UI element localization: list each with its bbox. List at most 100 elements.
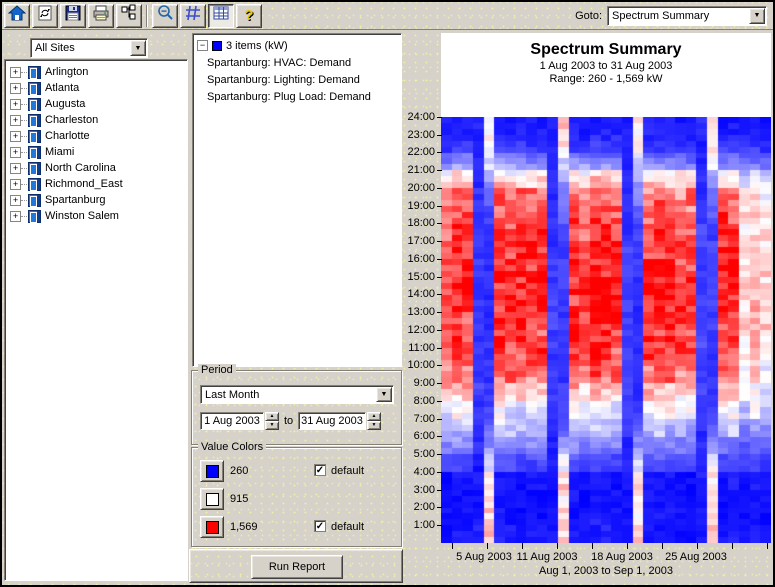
print-button[interactable] (88, 4, 114, 28)
high-color-button[interactable] (200, 516, 224, 538)
site-tree-row[interactable]: + Charlotte (5, 128, 187, 144)
site-icon (28, 194, 41, 207)
chevron-down-icon[interactable]: ▼ (749, 8, 765, 24)
y-axis-label: 7:00 (401, 413, 435, 425)
y-axis-label: 20:00 (401, 182, 435, 194)
y-axis-tick (437, 206, 442, 207)
high-default-checkbox[interactable]: ✓ (314, 520, 326, 532)
toolbar-separator (146, 5, 148, 27)
site-icon (28, 146, 41, 159)
table-view-button[interactable] (208, 4, 234, 28)
y-axis-tick (437, 472, 442, 473)
y-axis-label: 10:00 (401, 359, 435, 371)
site-tree-row[interactable]: +Richmond_East (5, 176, 187, 192)
save-button[interactable] (60, 4, 86, 28)
period-preset-value: Last Month (201, 389, 376, 401)
chart-title: Spectrum Summary (441, 41, 771, 59)
y-axis-tick (437, 507, 442, 508)
period-to-field[interactable]: 31 Aug 2003 (298, 412, 366, 430)
goto-combo[interactable]: Spectrum Summary ▼ (607, 6, 767, 26)
low-default-checkbox[interactable]: ✓ (314, 464, 326, 476)
site-label: Charlotte (45, 130, 90, 142)
site-icon (28, 114, 41, 127)
items-group-row[interactable]: − 3 items (kW) (193, 37, 401, 54)
mid-color-swatch (206, 493, 219, 506)
chart-subtitle: 1 Aug 2003 to 31 Aug 2003 (441, 60, 771, 72)
site-tree-row[interactable]: +Winston Salem (5, 208, 187, 224)
site-tree-row[interactable]: + Miami (5, 144, 187, 160)
spin-down-icon[interactable]: ▼ (367, 421, 381, 430)
report-item-row[interactable]: Spartanburg: HVAC: Demand (193, 54, 401, 71)
x-axis-tick (592, 543, 593, 549)
chevron-down-icon[interactable]: ▼ (130, 40, 146, 56)
y-axis-label: 12:00 (401, 324, 435, 336)
site-tree-row[interactable]: +Charleston (5, 112, 187, 128)
site-tree-row[interactable]: +North Carolina (5, 160, 187, 176)
collapse-icon[interactable]: − (197, 40, 208, 51)
zoom-out-button[interactable] (152, 4, 178, 28)
period-to-spinner[interactable]: ▲ ▼ (367, 412, 381, 430)
site-icon (28, 82, 41, 95)
mid-color-button[interactable] (200, 488, 224, 510)
home-icon (8, 5, 26, 26)
low-color-button[interactable] (200, 460, 224, 482)
site-tree-row[interactable]: +Arlington (5, 64, 187, 80)
spin-down-icon[interactable]: ▼ (265, 421, 279, 430)
home-button[interactable] (4, 4, 30, 28)
items-list: − 3 items (kW) Spartanburg: HVAC: Demand… (192, 33, 402, 367)
site-icon (28, 162, 41, 175)
y-axis-label: 2:00 (401, 501, 435, 513)
tree-connector (21, 152, 27, 153)
x-axis-label: 11 Aug 2003 (517, 551, 578, 563)
tree-connector (21, 216, 27, 217)
expand-icon[interactable]: + (10, 147, 21, 158)
site-tree-button[interactable] (116, 4, 142, 28)
tree-connector (21, 136, 27, 137)
report-item-label: Spartanburg: Lighting: Demand (207, 74, 360, 86)
site-label: Atlanta (45, 82, 79, 94)
expand-icon[interactable]: + (10, 67, 21, 78)
period-from-spinner[interactable]: ▲ ▼ (265, 412, 279, 430)
site-tree-row[interactable]: +Spartanburg (5, 192, 187, 208)
y-axis-label: 6:00 (401, 430, 435, 442)
y-axis-tick (437, 312, 442, 313)
expand-icon[interactable]: + (10, 131, 21, 142)
spectrum-heatmap[interactable] (441, 117, 771, 543)
print-icon (92, 4, 110, 27)
site-tree-row[interactable]: + Atlanta (5, 80, 187, 96)
expand-icon[interactable]: + (10, 179, 21, 190)
y-axis-label: 4:00 (401, 466, 435, 478)
site-icon (28, 210, 41, 223)
sites-filter-combo[interactable]: All Sites ▼ (30, 38, 148, 58)
period-from-field[interactable]: 1 Aug 2003 (200, 412, 264, 430)
chevron-down-icon[interactable]: ▼ (376, 387, 392, 402)
x-axis-tick (732, 543, 733, 549)
report-item-row[interactable]: Spartanburg: Lighting: Demand (193, 71, 401, 88)
tree-connector (21, 72, 27, 73)
spin-up-icon[interactable]: ▲ (265, 412, 279, 421)
y-axis-tick (437, 170, 442, 171)
high-value-label: 1,569 (230, 521, 258, 533)
period-preset-combo[interactable]: Last Month ▼ (200, 385, 394, 404)
site-tree-row[interactable]: +Augusta (5, 96, 187, 112)
y-axis-label: 11:00 (401, 342, 435, 354)
period-to-value: 31 Aug 2003 (299, 415, 365, 427)
report-item-row[interactable]: Spartanburg: Plug Load: Demand (193, 88, 401, 105)
site-label: Miami (45, 146, 74, 158)
spin-up-icon[interactable]: ▲ (367, 412, 381, 421)
period-to-word: to (284, 415, 293, 427)
expand-icon[interactable]: + (10, 83, 21, 94)
help-icon: ? (244, 7, 253, 24)
expand-icon[interactable]: + (10, 115, 21, 126)
run-report-button[interactable]: Run Report (251, 555, 343, 579)
x-axis-caption: Aug 1, 2003 to Sep 1, 2003 (441, 565, 771, 577)
low-color-swatch (206, 465, 219, 478)
expand-icon[interactable]: + (10, 195, 21, 206)
expand-icon[interactable]: + (10, 99, 21, 110)
help-button[interactable]: ? (236, 4, 262, 28)
expand-icon[interactable]: + (10, 163, 21, 174)
y-axis-tick (437, 117, 442, 118)
expand-icon[interactable]: + (10, 211, 21, 222)
grid-button[interactable] (180, 4, 206, 28)
refresh-button[interactable] (32, 4, 58, 28)
